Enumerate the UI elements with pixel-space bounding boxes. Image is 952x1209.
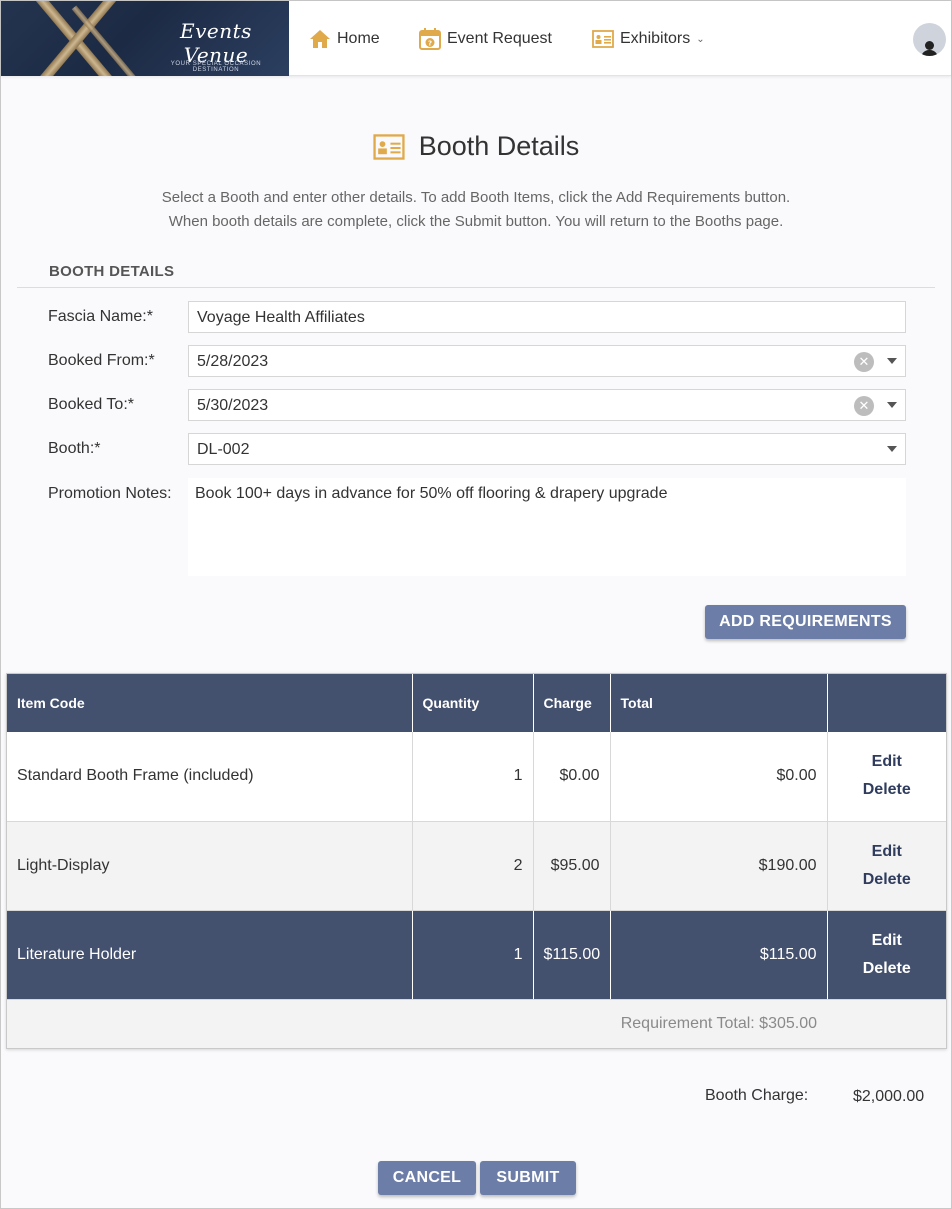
table-row[interactable]: Standard Booth Frame (included) 1 $0.00 … <box>7 732 946 822</box>
table-row[interactable]: Light-Display 2 $95.00 $190.00 Edit Dele… <box>7 821 946 911</box>
booth-select[interactable]: DL-002 <box>188 433 906 465</box>
cancel-button[interactable]: CANCEL <box>378 1161 476 1195</box>
footer-spacer <box>827 999 946 1048</box>
calendar-question-icon: ? <box>419 28 441 50</box>
table-row-selected[interactable]: Literature Holder 1 $115.00 $115.00 Edit… <box>7 910 946 1000</box>
id-card-icon <box>592 30 614 48</box>
booth-value: DL-002 <box>197 441 250 458</box>
booked-to-value: 5/30/2023 <box>197 397 269 414</box>
avatar-body <box>921 50 938 56</box>
id-card-icon <box>373 133 405 160</box>
submit-button[interactable]: SUBMIT <box>480 1161 576 1195</box>
booked-to-datepicker[interactable]: 5/30/2023 ✕ <box>188 389 906 421</box>
delete-button[interactable]: Delete <box>838 866 937 894</box>
booked-from-datepicker[interactable]: 5/28/2023 ✕ <box>188 345 906 377</box>
column-header-charge[interactable]: Charge <box>533 674 611 732</box>
booth-charge-value: $2,000.00 <box>853 1088 925 1105</box>
promotion-notes-label: Promotion Notes: <box>48 485 172 502</box>
fascia-name-input[interactable]: Voyage Health Affiliates <box>188 301 906 333</box>
cell-charge: $0.00 <box>533 732 611 822</box>
events-venue-logo[interactable]: Events Venue YOUR SPECIAL OCCASION DESTI… <box>1 1 289 76</box>
booked-to-label: Booked To:* <box>48 396 134 413</box>
cell-actions: Edit Delete <box>827 910 946 1000</box>
svg-text:?: ? <box>428 40 432 48</box>
section-heading: BOOTH DETAILS <box>49 263 175 280</box>
cell-actions: Edit Delete <box>827 821 946 911</box>
home-icon <box>310 30 330 48</box>
edit-button[interactable]: Edit <box>838 927 937 955</box>
cell-item-code: Literature Holder <box>7 910 413 1000</box>
avatar[interactable] <box>913 23 946 56</box>
cell-total: $190.00 <box>610 821 828 911</box>
edit-button[interactable]: Edit <box>838 748 937 776</box>
cell-quantity: 1 <box>412 910 534 1000</box>
top-bar: Events Venue YOUR SPECIAL OCCASION DESTI… <box>1 1 951 76</box>
page-title-text: Booth Details <box>418 131 580 161</box>
promotion-notes-value: Book 100+ days in advance for 50% off fl… <box>195 485 668 502</box>
booked-from-value: 5/28/2023 <box>197 353 269 370</box>
fascia-name-value: Voyage Health Affiliates <box>197 309 365 326</box>
delete-button[interactable]: Delete <box>838 776 937 804</box>
dropdown-arrow-icon[interactable] <box>887 402 897 408</box>
nav-event-request-label: Event Request <box>447 30 552 47</box>
grid-header-row: Item Code Quantity Charge Total <box>7 674 946 732</box>
add-requirements-button[interactable]: ADD REQUIREMENTS <box>705 605 906 639</box>
cell-quantity: 2 <box>412 821 534 911</box>
nav-exhibitors-label: Exhibitors <box>620 30 691 47</box>
cell-actions: Edit Delete <box>827 732 946 822</box>
nav-event-request[interactable]: ? Event Request <box>419 27 552 51</box>
requirement-total: Requirement Total: $305.00 <box>7 999 827 1048</box>
cell-charge: $115.00 <box>533 910 611 1000</box>
intro-line: When booth details are complete, click t… <box>168 213 784 230</box>
promotion-notes-textarea[interactable]: Book 100+ days in advance for 50% off fl… <box>188 478 906 576</box>
requirements-table: Item Code Quantity Charge Total Standard… <box>7 674 946 1048</box>
column-header-actions <box>827 674 946 732</box>
cell-item-code: Light-Display <box>7 821 413 911</box>
fascia-name-label: Fascia Name:* <box>48 308 153 325</box>
logo-script: Events Venue <box>180 19 252 67</box>
cell-charge: $95.00 <box>533 821 611 911</box>
column-header-total[interactable]: Total <box>610 674 828 732</box>
cell-total: $115.00 <box>610 910 828 1000</box>
dropdown-arrow-icon[interactable] <box>887 446 897 452</box>
dropdown-arrow-icon[interactable] <box>887 358 897 364</box>
booth-label: Booth:* <box>48 440 101 457</box>
section-divider <box>17 287 935 288</box>
avatar-head <box>925 41 934 50</box>
column-header-item-code[interactable]: Item Code <box>7 674 413 732</box>
edit-button[interactable]: Edit <box>838 838 937 866</box>
cell-quantity: 1 <box>412 732 534 822</box>
booked-from-label: Booked From:* <box>48 352 155 369</box>
clear-icon[interactable]: ✕ <box>854 396 874 416</box>
booth-charge-label: Booth Charge: <box>705 1087 809 1104</box>
nav-home-label: Home <box>337 30 380 47</box>
intro-line: Select a Booth and enter other details. … <box>161 189 791 206</box>
cell-item-code: Standard Booth Frame (included) <box>7 732 413 822</box>
grid-footer-row: Requirement Total: $305.00 <box>7 999 946 1048</box>
clear-icon[interactable]: ✕ <box>854 352 874 372</box>
nav-exhibitors[interactable]: Exhibitors ⌄ <box>592 27 705 51</box>
page-intro: Select a Booth and enter other details. … <box>1 186 951 234</box>
requirements-grid: Item Code Quantity Charge Total Standard… <box>6 673 947 1049</box>
delete-button[interactable]: Delete <box>838 955 937 983</box>
page-title: Booth Details <box>1 131 951 162</box>
column-header-quantity[interactable]: Quantity <box>412 674 534 732</box>
logo-tagline: YOUR SPECIAL OCCASION DESTINATION <box>170 61 262 73</box>
chevron-down-icon: ⌄ <box>696 33 705 45</box>
nav-home[interactable]: Home <box>309 27 380 51</box>
cell-total: $0.00 <box>610 732 828 822</box>
